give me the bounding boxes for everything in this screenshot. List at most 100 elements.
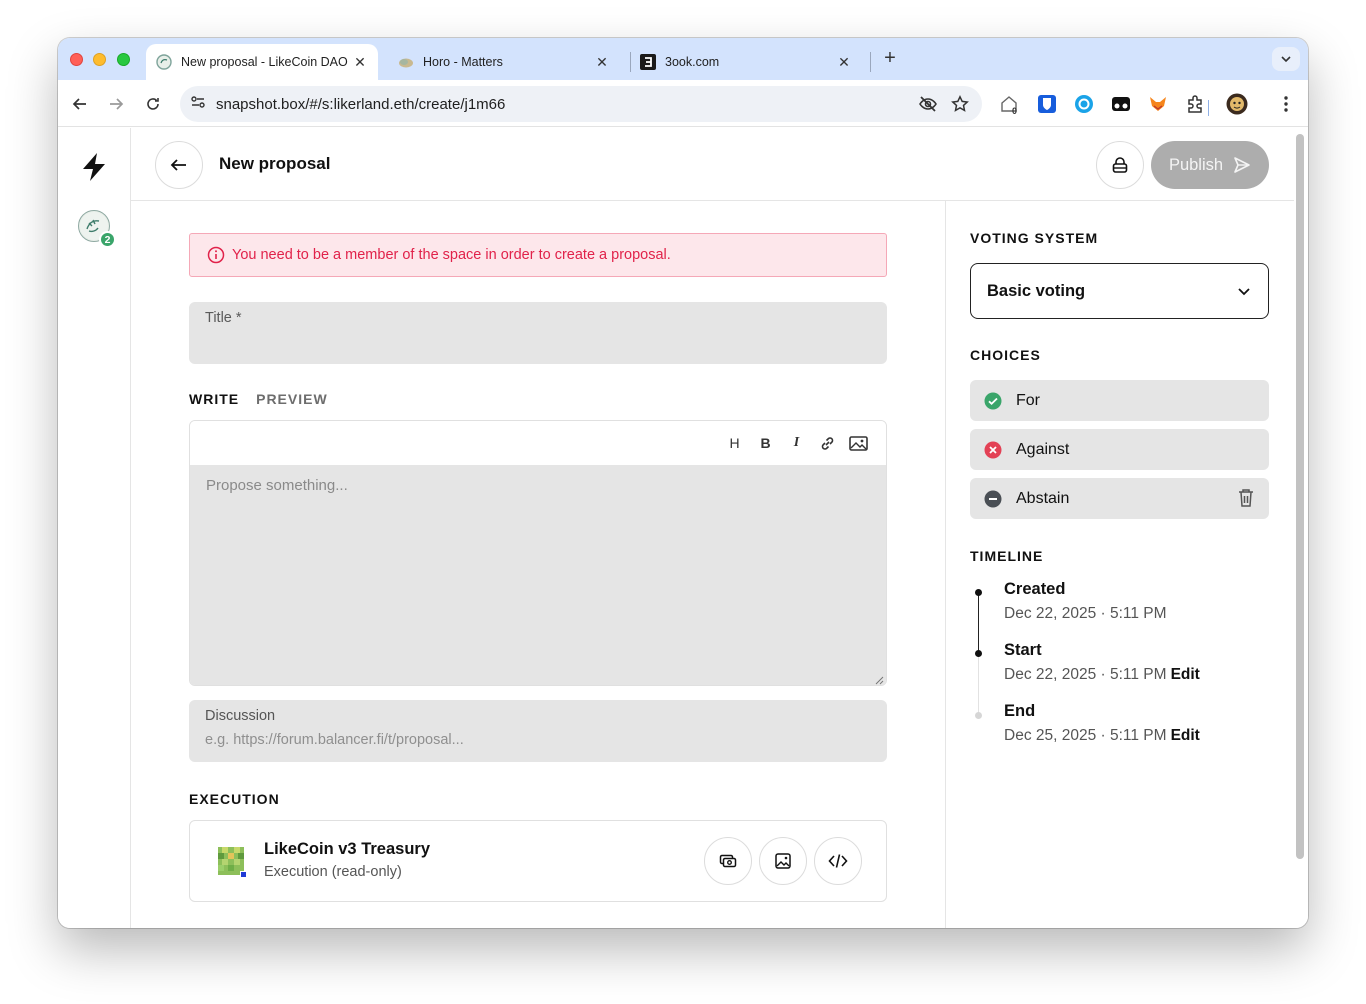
tab-3ook[interactable]: 3ook.com ✕: [630, 44, 862, 80]
execution-card: LikeCoin v3 Treasury Execution (read-onl…: [189, 820, 887, 902]
timeline-line: [978, 592, 979, 654]
zoom-window-button[interactable]: [117, 53, 130, 66]
voting-system-select[interactable]: Basic voting: [970, 263, 1269, 319]
extension-metamask-icon[interactable]: [1146, 92, 1170, 116]
proposal-form: You need to be a member of the space in …: [131, 201, 946, 928]
tab-write[interactable]: WRITE: [189, 391, 239, 407]
trash-icon[interactable]: [1237, 488, 1255, 508]
discussion-input[interactable]: Discussion e.g. https://forum.balancer.f…: [189, 700, 887, 762]
tab-search-button[interactable]: [1272, 47, 1300, 71]
tab-title: 3ook.com: [665, 55, 720, 69]
close-tab-icon[interactable]: ✕: [594, 54, 610, 71]
extension-bitwarden-icon[interactable]: [1035, 92, 1059, 116]
site-settings-icon[interactable]: [190, 94, 206, 115]
eye-off-icon[interactable]: [916, 92, 940, 116]
proposal-settings-sidebar: VOTING SYSTEM Basic voting CHOICES For A…: [946, 201, 1294, 928]
choices-heading: CHOICES: [970, 347, 1041, 363]
edit-start-link[interactable]: Edit: [1171, 666, 1200, 683]
choice-abstain[interactable]: Abstain: [970, 478, 1269, 519]
minimize-window-button[interactable]: [93, 53, 106, 66]
title-label: Title *: [205, 310, 242, 326]
extension-home-icon[interactable]: 0: [998, 92, 1022, 116]
left-rail: 2: [58, 128, 131, 928]
back-nav-button[interactable]: [68, 92, 92, 116]
nft-transfer-button[interactable]: [759, 837, 807, 885]
timeline-heading: TIMELINE: [970, 548, 1044, 564]
bookmark-star-icon[interactable]: [948, 92, 972, 116]
close-tab-icon[interactable]: ✕: [352, 54, 368, 71]
timeline-dot: [975, 589, 982, 596]
matters-favicon-icon: [398, 54, 414, 70]
tab-separator: [870, 52, 871, 72]
choice-label: For: [1016, 391, 1040, 409]
url-text[interactable]: snapshot.box/#/s:likerland.eth/create/j1…: [216, 96, 908, 113]
choice-for[interactable]: For: [970, 380, 1269, 421]
profile-avatar[interactable]: [1225, 92, 1249, 116]
timeline-end: End Dec 25, 2025 · 5:11 PM Edit: [1004, 702, 1200, 745]
browser-window: New proposal - LikeCoin DAO ✕ Horo - Mat…: [58, 38, 1308, 928]
tab-title: New proposal - LikeCoin DAO: [181, 55, 348, 69]
forward-nav-button[interactable]: [104, 92, 128, 116]
tab-new-proposal[interactable]: New proposal - LikeCoin DAO ✕: [146, 44, 378, 80]
browser-toolbar: snapshot.box/#/s:likerland.eth/create/j1…: [58, 80, 1308, 127]
timeline-date: Dec 22, 2025 · 5:11 PM: [1004, 666, 1167, 683]
space-notification-badge: 2: [99, 231, 116, 248]
toolbar-separator: [1208, 100, 1209, 116]
timeline-label: Start: [1004, 641, 1042, 659]
address-bar[interactable]: snapshot.box/#/s:likerland.eth/create/j1…: [180, 86, 982, 122]
treasury-avatar: [214, 845, 248, 879]
tab-preview[interactable]: PREVIEW: [256, 391, 328, 407]
back-button[interactable]: [155, 141, 203, 189]
timeline-date: Dec 22, 2025 · 5:11 PM: [1004, 605, 1167, 622]
title-input[interactable]: Title *: [189, 302, 887, 364]
chevron-down-icon: [1281, 56, 1291, 63]
extensions-puzzle-icon[interactable]: [1183, 92, 1207, 116]
choice-against[interactable]: Against: [970, 429, 1269, 470]
publish-button[interactable]: Publish: [1151, 141, 1269, 189]
image-upload-icon[interactable]: [849, 434, 868, 453]
bold-button[interactable]: B: [756, 434, 775, 453]
heading-button[interactable]: H: [725, 434, 744, 453]
close-tab-icon[interactable]: ✕: [836, 54, 852, 71]
close-window-button[interactable]: [70, 53, 83, 66]
timeline-line-pending: [978, 654, 979, 714]
execution-heading: EXECUTION: [189, 791, 280, 807]
timeline-label: Created: [1004, 580, 1066, 598]
contract-call-button[interactable]: [814, 837, 862, 885]
new-tab-icon[interactable]: +: [880, 48, 900, 68]
body-textarea[interactable]: Propose something...: [190, 465, 886, 685]
check-circle-icon: [984, 392, 1002, 409]
link-icon[interactable]: [818, 434, 837, 453]
extension-glasses-icon[interactable]: [1109, 92, 1133, 116]
3ook-favicon-icon: [640, 54, 656, 70]
info-circle-icon: [207, 246, 225, 264]
page-scrollbar[interactable]: [1296, 134, 1304, 859]
treasury-subtitle: Execution (read-only): [264, 864, 402, 880]
page-header: New proposal Publish: [131, 128, 1294, 201]
edit-end-link[interactable]: Edit: [1171, 727, 1200, 744]
reload-button[interactable]: [141, 92, 165, 116]
page-title: New proposal: [219, 154, 331, 173]
privacy-lock-button[interactable]: [1096, 141, 1144, 189]
discussion-label: Discussion: [205, 708, 276, 724]
timeline-label: End: [1004, 702, 1036, 720]
extension-circle-icon[interactable]: [1072, 92, 1096, 116]
editor-tabs: WRITE PREVIEW: [189, 391, 328, 407]
resize-handle-icon[interactable]: [875, 676, 884, 685]
token-transfer-button[interactable]: [704, 837, 752, 885]
arrow-right-icon: [110, 98, 124, 110]
body-editor: H B I Propose something...: [189, 420, 887, 686]
snapshot-bolt-icon[interactable]: [80, 152, 108, 187]
italic-button[interactable]: I: [787, 434, 806, 453]
voting-system-heading: VOTING SYSTEM: [970, 230, 1099, 246]
tab-horo-matters[interactable]: Horo - Matters ✕: [388, 44, 620, 80]
membership-alert: You need to be a member of the space in …: [189, 233, 887, 277]
publish-label: Publish: [1168, 155, 1224, 174]
reload-icon: [147, 98, 159, 110]
timeline-dot: [975, 712, 982, 719]
choice-label: Against: [1016, 440, 1070, 458]
timeline-dot: [975, 650, 982, 657]
lock-icon: [1112, 157, 1128, 173]
minus-circle-icon: [984, 490, 1002, 507]
browser-menu-icon[interactable]: [1274, 92, 1298, 116]
